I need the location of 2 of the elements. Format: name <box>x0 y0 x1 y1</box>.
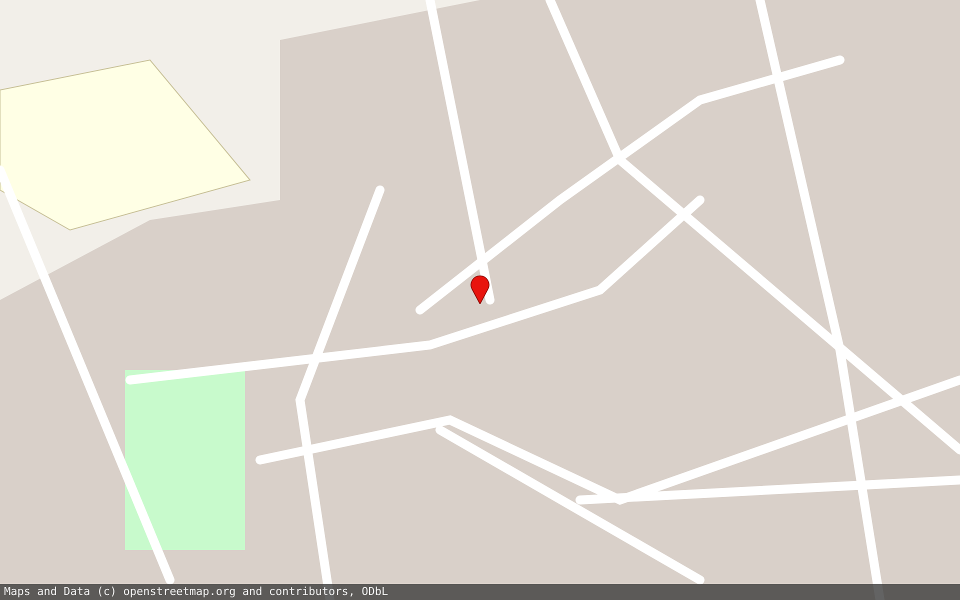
map-pin-icon[interactable] <box>470 274 490 304</box>
map-attribution: Maps and Data (c) openstreetmap.org and contributors, ODbL <box>0 584 960 600</box>
